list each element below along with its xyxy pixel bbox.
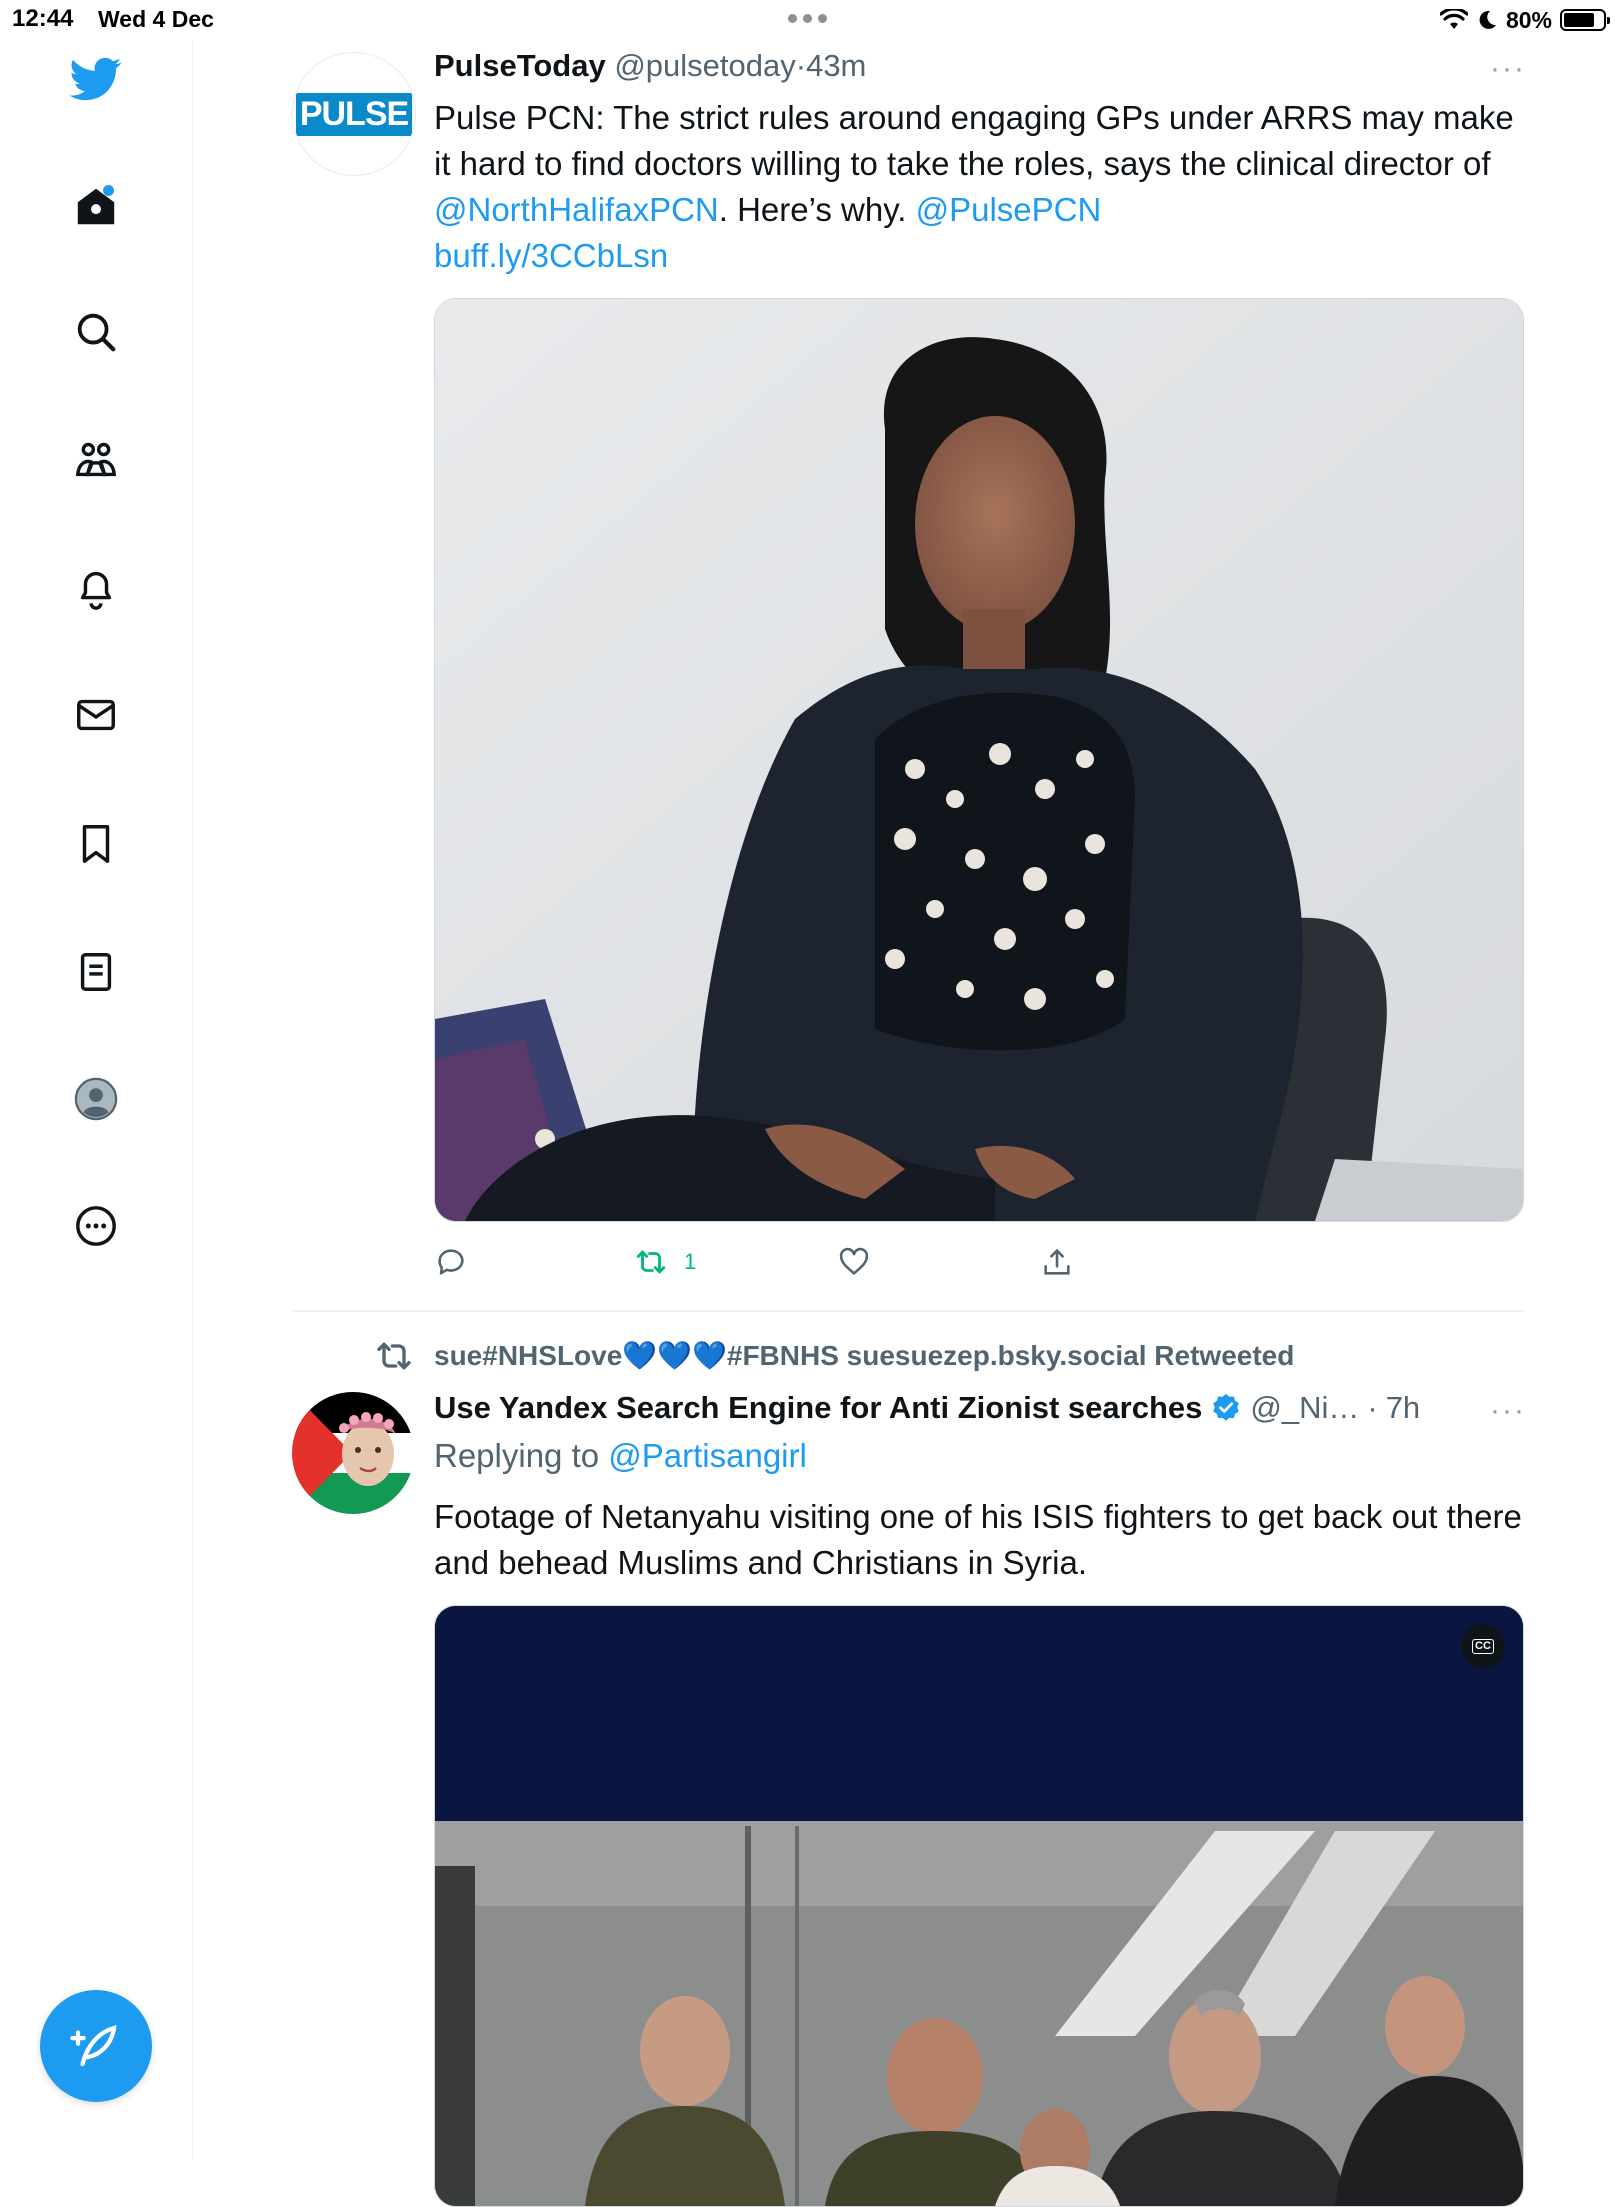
multitasking-dots-icon[interactable] bbox=[788, 10, 834, 23]
battery-icon bbox=[1560, 9, 1610, 31]
envelope-icon bbox=[77, 699, 115, 731]
status-indicators: 80% bbox=[1439, 5, 1610, 35]
status-bar: 12:44 Wed 4 Dec 80% bbox=[0, 0, 1620, 40]
separator: · bbox=[1367, 1390, 1378, 1425]
tweet-video[interactable]: CC bbox=[434, 1605, 1524, 2207]
list-icon bbox=[80, 953, 112, 991]
twitter-bird-icon[interactable] bbox=[66, 48, 126, 108]
timestamp[interactable]: 7h bbox=[1386, 1390, 1420, 1426]
sidebar-nav bbox=[0, 40, 193, 2160]
retweeted-by[interactable]: sue#NHSLove💙💙💙#FBNHS suesuezep.bsky.soci… bbox=[434, 1339, 1294, 1372]
video-frame bbox=[435, 1606, 1523, 2206]
mention-link[interactable]: @Partisangirl bbox=[608, 1437, 807, 1474]
retweet-icon bbox=[374, 1336, 414, 1376]
timestamp[interactable]: 43m bbox=[806, 48, 866, 83]
nav-notifications[interactable] bbox=[66, 558, 126, 618]
retweet-count: 1 bbox=[684, 1249, 697, 1274]
profile-avatar-icon bbox=[74, 1077, 118, 1121]
bookmark-icon bbox=[82, 825, 110, 863]
nav-profile[interactable] bbox=[66, 1069, 126, 1129]
bell-icon bbox=[80, 571, 112, 610]
compose-button[interactable] bbox=[40, 1990, 152, 2102]
cc-icon: CC bbox=[1472, 1638, 1494, 1654]
tweet-header: PulseToday @pulsetoday·43m bbox=[434, 48, 866, 84]
replying-to-label: Replying to bbox=[434, 1437, 609, 1474]
retweet-button[interactable]: 1 bbox=[634, 1242, 696, 1282]
tweet-text-part: . Here’s why. bbox=[718, 191, 916, 228]
handle[interactable]: @pulsetoday bbox=[614, 48, 795, 83]
share-icon bbox=[1044, 1248, 1070, 1275]
replying-to: Replying to @Partisangirl bbox=[434, 1437, 807, 1475]
photo-of-woman bbox=[435, 299, 1523, 1221]
nav-messages[interactable] bbox=[66, 685, 126, 745]
more-circle-icon bbox=[76, 1206, 116, 1246]
compose-feather-icon bbox=[70, 2025, 117, 2067]
nav-communities[interactable] bbox=[66, 431, 126, 491]
retweet-icon bbox=[636, 1250, 666, 1274]
closed-captions-button[interactable]: CC bbox=[1461, 1624, 1505, 1668]
display-name[interactable]: Use Yandex Search Engine for Anti Zionis… bbox=[434, 1390, 1202, 1426]
tweet-text-part: Pulse PCN: The strict rules around engag… bbox=[434, 99, 1514, 182]
avatar-logo-text: PULSE bbox=[295, 92, 413, 136]
nav-home[interactable] bbox=[66, 177, 126, 237]
nav-lists[interactable] bbox=[66, 942, 126, 1002]
reply-icon bbox=[438, 1249, 464, 1275]
tweet-photo[interactable] bbox=[434, 298, 1524, 1222]
battery-percent: 80% bbox=[1505, 6, 1552, 33]
like-button[interactable] bbox=[837, 1242, 871, 1282]
search-icon bbox=[77, 313, 116, 352]
heart-icon bbox=[839, 1247, 869, 1275]
tweet-text: Footage of Netanyahu visiting one of his… bbox=[434, 1498, 1522, 1581]
separator: · bbox=[795, 48, 807, 83]
status-time: 12:44 bbox=[12, 5, 74, 32]
nav-more[interactable] bbox=[66, 1196, 126, 1256]
status-date: Wed 4 Dec bbox=[98, 6, 214, 32]
mention-link[interactable]: @PulsePCN bbox=[916, 191, 1102, 228]
tweet-text: Pulse PCN: The strict rules around engag… bbox=[434, 95, 1534, 279]
pulse-avatar[interactable]: PULSE bbox=[292, 52, 416, 176]
wifi-icon bbox=[1439, 9, 1468, 29]
share-button[interactable] bbox=[1040, 1242, 1074, 1282]
display-name[interactable]: PulseToday bbox=[434, 48, 606, 83]
tweet-header: Use Yandex Search Engine for Anti Zionis… bbox=[434, 1390, 1420, 1426]
nav-explore[interactable] bbox=[66, 302, 126, 362]
tweet-divider bbox=[292, 1310, 1525, 1312]
nav-bookmarks[interactable] bbox=[66, 814, 126, 874]
moon-icon bbox=[1479, 10, 1496, 29]
user-avatar[interactable] bbox=[292, 1392, 414, 1514]
verified-badge-icon bbox=[1213, 1394, 1240, 1421]
notification-dot bbox=[103, 185, 114, 196]
more-options-icon[interactable]: ··· bbox=[1490, 1394, 1526, 1428]
url-link[interactable]: buff.ly/3CCbLsn bbox=[434, 237, 668, 274]
reply-button[interactable] bbox=[434, 1242, 468, 1282]
mention-link[interactable]: @NorthHalifaxPCN bbox=[434, 191, 719, 228]
more-options-icon[interactable]: ··· bbox=[1490, 52, 1526, 86]
handle[interactable]: @_Ni… bbox=[1250, 1390, 1359, 1426]
communities-icon bbox=[75, 442, 117, 477]
